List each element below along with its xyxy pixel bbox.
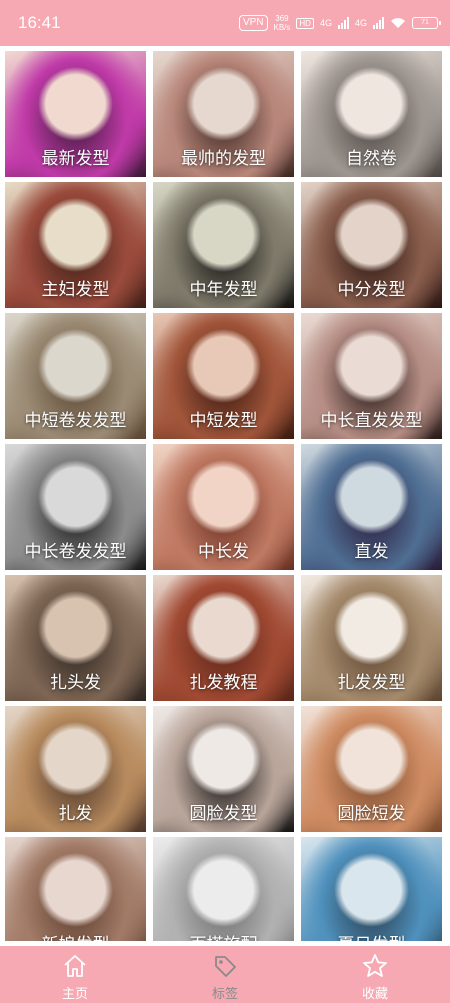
category-tile[interactable]: 最帅的发型 (153, 51, 294, 177)
category-label: 中短发型 (189, 411, 258, 431)
category-label: 中短卷发发型 (24, 411, 127, 431)
home-icon (64, 955, 86, 977)
category-tile[interactable]: 百搭旅配 (153, 837, 294, 941)
star-icon (363, 954, 387, 977)
category-tile[interactable]: 中短发型 (153, 313, 294, 439)
status-icons: VPN 369 KB/s HD 4G 4G 71 (238, 14, 441, 32)
category-tile[interactable]: 中长发 (153, 444, 294, 570)
bottom-tab-bar: 主页 标签 收藏 (0, 946, 450, 1003)
category-tile[interactable]: 中长卷发发型 (5, 444, 146, 570)
category-label: 百搭旅配 (153, 930, 294, 941)
network-type-2: 4G (354, 18, 367, 28)
tab-tags[interactable]: 标签 (150, 946, 300, 1003)
category-tile[interactable]: 自然卷 (301, 51, 442, 177)
category-label: 最新发型 (41, 149, 110, 169)
status-bar: 16:41 VPN 369 KB/s HD 4G 4G 71 (0, 0, 450, 46)
hd-badge: HD (296, 17, 314, 29)
category-label: 中分发型 (337, 280, 406, 300)
tab-tags-label: 标签 (211, 987, 238, 1002)
category-label: 扎发发型 (337, 673, 406, 693)
category-label: 扎头发 (50, 673, 101, 693)
category-label: 扎发 (58, 804, 93, 824)
tab-favorites-label: 收藏 (361, 987, 388, 1002)
network-speed-unit: KB/s (273, 23, 291, 32)
category-tile[interactable]: 扎发教程 (153, 575, 294, 701)
category-label: 主妇发型 (41, 280, 110, 300)
category-tile[interactable]: 中短卷发发型 (5, 313, 146, 439)
category-tile[interactable]: 直发 (301, 444, 442, 570)
category-image (5, 837, 146, 941)
network-speed-value: 369 (275, 14, 289, 23)
category-image (301, 837, 442, 941)
category-label: 圆脸短发 (337, 804, 406, 824)
vpn-badge: VPN (238, 15, 268, 31)
category-label: 夏日发型 (301, 930, 442, 941)
category-tile[interactable]: 扎发发型 (301, 575, 442, 701)
category-image (153, 837, 294, 941)
category-label: 自然卷 (346, 149, 397, 169)
category-tile[interactable]: 圆脸发型 (153, 706, 294, 832)
category-tile[interactable]: 中年发型 (153, 182, 294, 308)
hairstyle-category-grid: 最新发型 最帅的发型 自然卷主妇发型 中年发型 中分发型中短卷发发型 中短发型 中长直发发型… (5, 51, 445, 941)
tag-icon (215, 956, 236, 977)
category-tile[interactable]: 圆脸短发 (301, 706, 442, 832)
category-label: 直发 (354, 542, 389, 562)
category-tile[interactable]: 中长直发发型 (301, 313, 442, 439)
category-tile[interactable]: 主妇发型 (5, 182, 146, 308)
status-time: 16:41 (18, 13, 61, 32)
tab-favorites[interactable]: 收藏 (300, 946, 450, 1003)
category-tile[interactable]: 扎发 (5, 706, 146, 832)
signal-icon-2 (373, 17, 384, 29)
category-tile[interactable]: 中分发型 (301, 182, 442, 308)
category-tile[interactable]: 夏日发型 (301, 837, 442, 941)
tab-home-label: 主页 (61, 987, 88, 1002)
category-label: 新娘发型 (5, 930, 146, 941)
category-tile[interactable]: 最新发型 (5, 51, 146, 177)
category-tile[interactable]: 扎头发 (5, 575, 146, 701)
tab-home[interactable]: 主页 (0, 946, 150, 1003)
category-label: 扎发教程 (189, 673, 258, 693)
network-type-1: 4G (319, 18, 332, 28)
battery-icon: 71 (412, 17, 441, 29)
network-speed: 369 KB/s (274, 14, 291, 32)
category-label: 中长发 (198, 542, 249, 562)
category-label: 中长卷发发型 (24, 542, 127, 562)
wifi-icon (391, 18, 405, 28)
category-label: 最帅的发型 (181, 149, 266, 169)
category-label: 圆脸发型 (189, 804, 258, 824)
signal-icon (337, 17, 349, 29)
category-tile[interactable]: 新娘发型 (5, 837, 146, 941)
category-label: 中长直发发型 (320, 411, 423, 431)
category-label: 中年发型 (189, 280, 258, 300)
